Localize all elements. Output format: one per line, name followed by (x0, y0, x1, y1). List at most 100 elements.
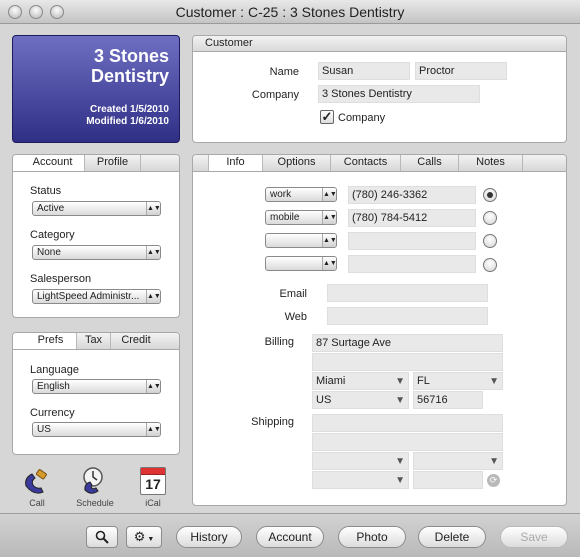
chevron-down-icon[interactable]: ▼ (395, 374, 405, 389)
company-checkbox[interactable]: ✓ (320, 110, 334, 124)
shipping-country-field[interactable]: ▼ (312, 471, 409, 489)
tab-tax[interactable]: Tax (77, 333, 111, 349)
chevron-down-icon[interactable]: ▼ (489, 374, 499, 389)
customer-panel-header: Customer (193, 36, 566, 52)
call-icon[interactable] (22, 468, 52, 496)
call-label: Call (29, 498, 45, 508)
name-label: Name (269, 66, 299, 78)
popup-arrows-icon: ▲▼ (322, 257, 336, 270)
billing-label: Billing (264, 336, 294, 348)
account-button[interactable]: Account (256, 526, 324, 548)
tab-contacts[interactable]: Contacts (331, 155, 401, 171)
shipping-city-field[interactable]: ▼ (312, 452, 409, 470)
copy-address-icon[interactable]: ⟳ (487, 474, 500, 487)
chevron-down-icon: ▼ (145, 536, 155, 543)
primary-phone-radio[interactable] (483, 211, 497, 225)
card-created: Created 1/5/2010 (90, 104, 169, 115)
save-button[interactable]: Save (500, 526, 568, 548)
category-label: Category (30, 229, 75, 241)
chevron-down-icon[interactable]: ▼ (395, 473, 405, 488)
billing-address2-field[interactable] (312, 353, 503, 371)
search-icon (95, 530, 109, 544)
email-field[interactable] (327, 284, 488, 302)
primary-phone-radio[interactable] (483, 258, 497, 272)
tab-credit[interactable]: Credit (111, 333, 161, 349)
status-select[interactable]: Active ▲▼ (32, 201, 161, 216)
card-name-line1: 3 Stones (93, 46, 169, 66)
tab-prefs[interactable]: Prefs (13, 333, 77, 349)
phone-number-field[interactable]: (780) 246-3362 (348, 186, 476, 204)
phone-type-select[interactable]: ▲▼ (265, 256, 337, 271)
photo-button[interactable]: Photo (338, 526, 406, 548)
tab-calls[interactable]: Calls (401, 155, 459, 171)
delete-button[interactable]: Delete (418, 526, 486, 548)
shipping-address1-field[interactable] (312, 414, 503, 432)
phone-type-select[interactable]: mobile ▲▼ (265, 210, 337, 225)
schedule-icon[interactable] (80, 466, 110, 496)
history-button[interactable]: History (176, 526, 242, 548)
window-title: Customer : C-25 : 3 Stones Dentistry (175, 4, 405, 20)
phone-type-select[interactable]: work ▲▼ (265, 187, 337, 202)
billing-country-field[interactable]: US ▼ (312, 391, 409, 409)
web-field[interactable] (327, 307, 488, 325)
currency-select[interactable]: US ▲▼ (32, 422, 161, 437)
popup-arrows-icon: ▲▼ (146, 202, 160, 215)
ical-label: iCal (145, 498, 161, 508)
phone-number-field[interactable] (348, 232, 476, 250)
language-select[interactable]: English ▲▼ (32, 379, 161, 394)
shipping-address2-field[interactable] (312, 433, 503, 451)
popup-arrows-icon: ▲▼ (146, 423, 160, 436)
tab-notes[interactable]: Notes (459, 155, 523, 171)
billing-address1-field[interactable]: 87 Surtage Ave (312, 334, 503, 352)
tab-account[interactable]: Account (13, 155, 85, 171)
tab-options[interactable]: Options (263, 155, 331, 171)
phone-number-field[interactable] (348, 255, 476, 273)
tab-profile[interactable]: Profile (85, 155, 141, 171)
popup-arrows-icon: ▲▼ (146, 380, 160, 393)
prefs-panel: Prefs Tax Credit Language English ▲▼ Curr… (12, 332, 180, 455)
schedule-label: Schedule (76, 498, 114, 508)
company-checkbox-label: Company (338, 112, 386, 124)
customer-panel: Customer Name Susan Proctor Company 3 St… (192, 35, 567, 143)
salesperson-select[interactable]: LightSpeed Administr... ▲▼ (32, 289, 161, 304)
shipping-state-field[interactable]: ▼ (413, 452, 503, 470)
company-label: Company (251, 89, 299, 101)
category-select[interactable]: None ▲▼ (32, 245, 161, 260)
info-panel: Info Options Contacts Calls Notes work ▲▼… (192, 154, 567, 506)
popup-arrows-icon: ▲▼ (146, 246, 160, 259)
popup-arrows-icon: ▲▼ (322, 188, 336, 201)
chevron-down-icon[interactable]: ▼ (395, 393, 405, 408)
popup-arrows-icon: ▲▼ (322, 234, 336, 247)
account-panel: Account Profile Status Active ▲▼ Category… (12, 154, 180, 318)
action-menu-button[interactable]: ⚙ ▼ (126, 526, 162, 548)
chevron-down-icon[interactable]: ▼ (489, 454, 499, 469)
billing-state-field[interactable]: FL ▼ (413, 372, 503, 390)
company-field[interactable]: 3 Stones Dentistry (318, 85, 480, 103)
currency-label: Currency (30, 407, 75, 419)
account-tabs: Account Profile (13, 155, 179, 172)
search-button[interactable] (86, 526, 118, 548)
billing-city-field[interactable]: Miami ▼ (312, 372, 409, 390)
chevron-down-icon[interactable]: ▼ (395, 454, 405, 469)
billing-zip-field[interactable]: 56716 (413, 391, 483, 409)
card-name-line2: Dentistry (90, 66, 169, 86)
shipping-zip-field[interactable] (413, 471, 483, 489)
status-label: Status (30, 185, 62, 197)
primary-phone-radio[interactable] (483, 234, 497, 248)
prefs-tabs: Prefs Tax Credit (13, 333, 179, 350)
language-label: Language (30, 364, 79, 376)
phone-type-select[interactable]: ▲▼ (265, 233, 337, 248)
info-tabs: Info Options Contacts Calls Notes (193, 155, 566, 172)
last-name-field[interactable]: Proctor (415, 62, 507, 80)
primary-phone-radio[interactable] (483, 188, 497, 202)
first-name-field[interactable]: Susan (318, 62, 410, 80)
tab-info[interactable]: Info (209, 155, 263, 171)
shipping-label: Shipping (251, 416, 294, 428)
salesperson-label: Salesperson (30, 273, 92, 285)
customer-card: 3 Stones Dentistry Created 1/5/2010 Modi… (12, 35, 180, 143)
card-modified: Modified 1/6/2010 (86, 116, 169, 127)
popup-arrows-icon: ▲▼ (146, 290, 160, 303)
web-label: Web (284, 311, 307, 323)
ical-icon[interactable]: 17 (140, 467, 166, 495)
phone-number-field[interactable]: (780) 784-5412 (348, 209, 476, 227)
